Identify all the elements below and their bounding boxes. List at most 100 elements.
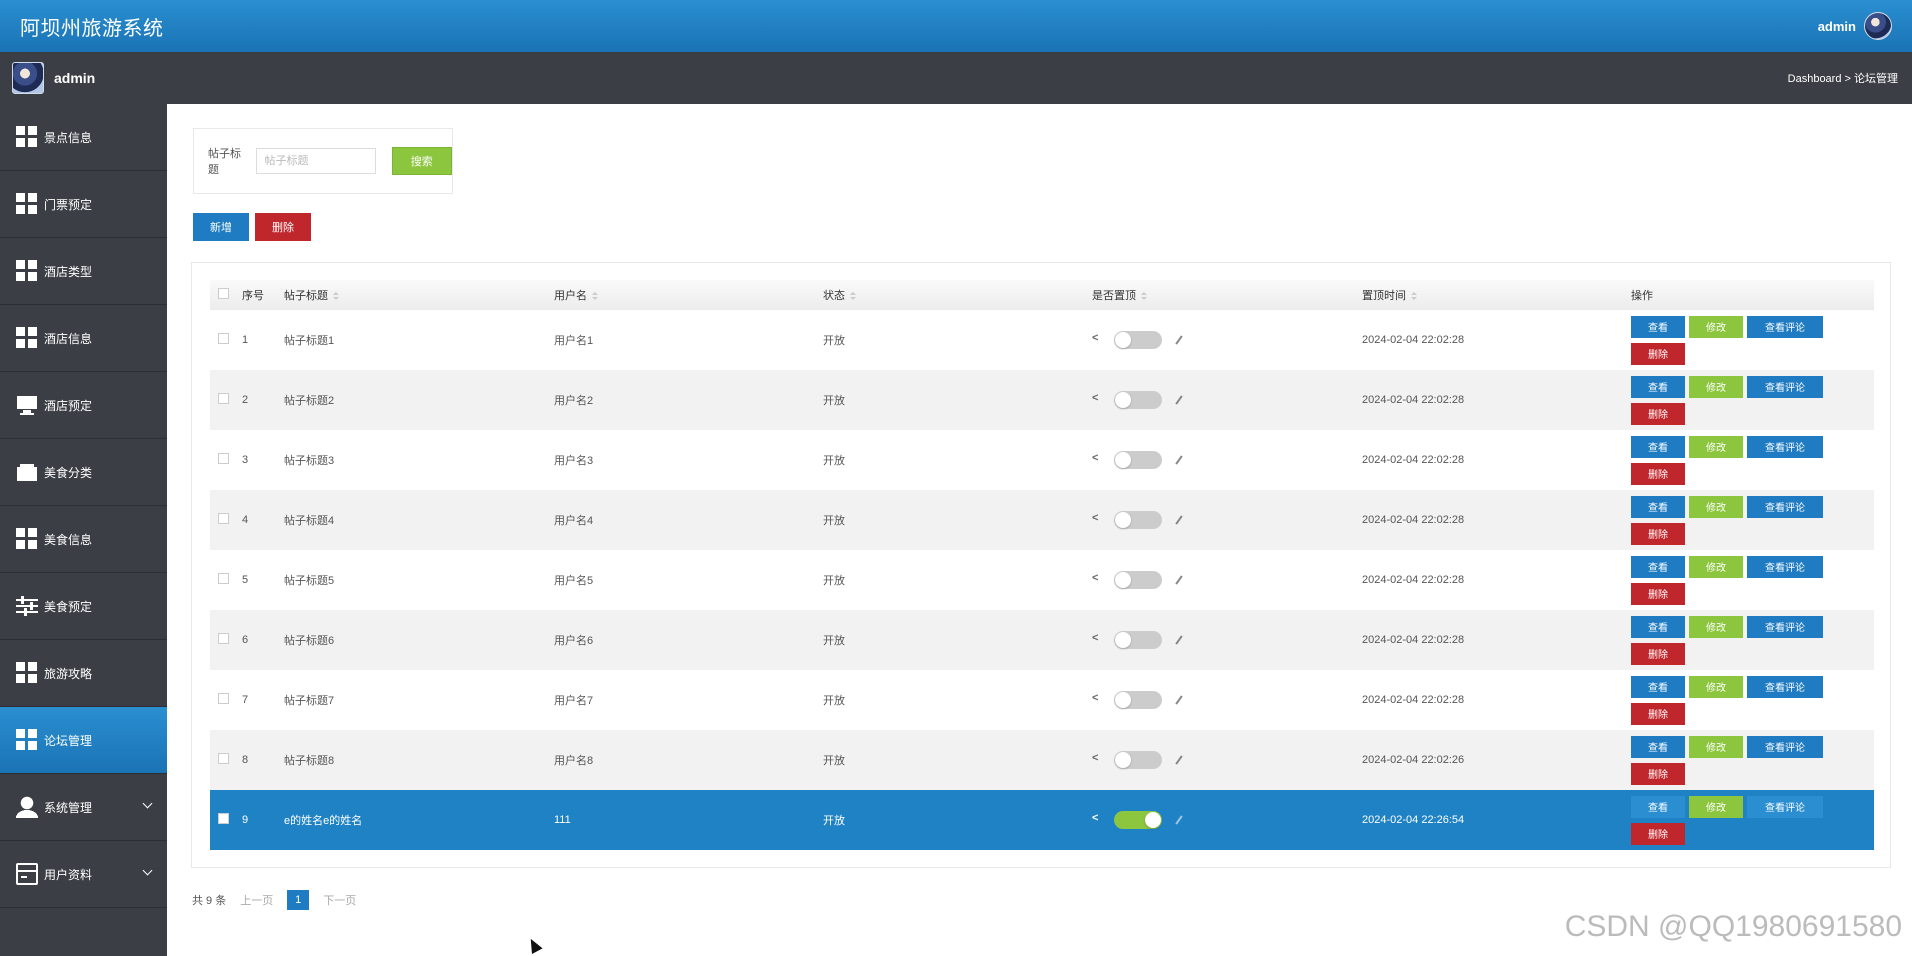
pencil-icon xyxy=(1174,335,1184,345)
table-row[interactable]: 8 帖子标题8 用户名8 开放 2024-02-04 22:02:26 查看修改查看评论删… xyxy=(210,730,1874,790)
sidebar-item-8[interactable]: 旅游攻略 xyxy=(0,640,167,707)
edit-button[interactable]: 修改 xyxy=(1689,675,1743,698)
batch-delete-button[interactable]: 删除 xyxy=(255,213,311,241)
sidebar-item-7[interactable]: 美食预定 xyxy=(0,573,167,640)
view-comments-button[interactable]: 查看评论 xyxy=(1747,735,1823,758)
pager-prev[interactable]: 上一页 xyxy=(240,892,273,908)
table-row[interactable]: 6 帖子标题6 用户名6 开放 2024-02-04 22:02:28 查看修改查看评论删… xyxy=(210,610,1874,670)
edit-button[interactable]: 修改 xyxy=(1689,735,1743,758)
edit-button[interactable]: 修改 xyxy=(1689,615,1743,638)
sidebar-item-4[interactable]: 酒店预定 xyxy=(0,372,167,439)
edit-button[interactable]: 修改 xyxy=(1689,435,1743,458)
top-avatar[interactable] xyxy=(1864,12,1892,40)
add-button[interactable]: 新增 xyxy=(193,213,249,241)
select-all-checkbox[interactable] xyxy=(218,288,229,299)
header-pinned[interactable]: 是否置顶 xyxy=(1092,280,1362,310)
row-checkbox[interactable] xyxy=(218,453,229,464)
view-comments-button[interactable]: 查看评论 xyxy=(1747,795,1823,818)
table-row[interactable]: 3 帖子标题3 用户名3 开放 2024-02-04 22:02:28 查看修改查看评论删… xyxy=(210,430,1874,490)
search-input[interactable] xyxy=(255,148,376,174)
view-comments-button[interactable]: 查看评论 xyxy=(1747,555,1823,578)
pinned-toggle[interactable] xyxy=(1114,451,1162,469)
row-checkbox[interactable] xyxy=(218,693,229,704)
pinned-toggle[interactable] xyxy=(1114,331,1162,349)
pager-current-page[interactable]: 1 xyxy=(287,890,310,910)
pinned-toggle[interactable] xyxy=(1114,571,1162,589)
delete-button[interactable]: 删除 xyxy=(1631,522,1685,545)
sidebar-item-1[interactable]: 门票预定 xyxy=(0,171,167,238)
table-row[interactable]: 9 e的姓名e的姓名 111 开放 2024-02-04 22:26:54 查看修改查看评… xyxy=(210,790,1874,850)
row-checkbox[interactable] xyxy=(218,513,229,524)
sort-icon[interactable] xyxy=(850,292,856,301)
row-checkbox[interactable] xyxy=(218,333,229,344)
view-button[interactable]: 查看 xyxy=(1631,495,1685,518)
edit-button[interactable]: 修改 xyxy=(1689,795,1743,818)
delete-button[interactable]: 删除 xyxy=(1631,642,1685,665)
edit-button[interactable]: 修改 xyxy=(1689,375,1743,398)
view-comments-button[interactable]: 查看评论 xyxy=(1747,495,1823,518)
pinned-toggle[interactable] xyxy=(1114,391,1162,409)
grid-icon xyxy=(16,260,38,282)
row-checkbox[interactable] xyxy=(218,633,229,644)
view-comments-button[interactable]: 查看评论 xyxy=(1747,435,1823,458)
pager-next[interactable]: 下一页 xyxy=(323,892,356,908)
sidebar-item-0[interactable]: 景点信息 xyxy=(0,104,167,171)
view-button[interactable]: 查看 xyxy=(1631,735,1685,758)
view-comments-button[interactable]: 查看评论 xyxy=(1747,615,1823,638)
row-checkbox[interactable] xyxy=(218,813,229,824)
sort-icon[interactable] xyxy=(592,292,598,301)
view-button[interactable]: 查看 xyxy=(1631,795,1685,818)
view-button[interactable]: 查看 xyxy=(1631,375,1685,398)
pinned-toggle[interactable] xyxy=(1114,691,1162,709)
sidebar-item-5[interactable]: 美食分类 xyxy=(0,439,167,506)
table-row[interactable]: 2 帖子标题2 用户名2 开放 2024-02-04 22:02:28 查看修改查看评论删… xyxy=(210,370,1874,430)
sidebar-item-10[interactable]: 系统管理 xyxy=(0,774,167,841)
delete-button[interactable]: 删除 xyxy=(1631,342,1685,365)
header-user[interactable]: 用户名 xyxy=(554,280,823,310)
search-button[interactable]: 搜索 xyxy=(391,147,452,175)
header-status[interactable]: 状态 xyxy=(823,280,1092,310)
sidebar-item-6[interactable]: 美食信息 xyxy=(0,506,167,573)
sidebar-item-3[interactable]: 酒店信息 xyxy=(0,305,167,372)
sidebar-item-9[interactable]: 论坛管理 xyxy=(0,707,167,774)
view-button[interactable]: 查看 xyxy=(1631,615,1685,638)
table-row[interactable]: 1 帖子标题1 用户名1 开放 2024-02-04 22:02:28 查看修改查看评论删… xyxy=(210,310,1874,370)
pinned-toggle[interactable] xyxy=(1114,811,1162,829)
view-comments-button[interactable]: 查看评论 xyxy=(1747,375,1823,398)
pinned-toggle[interactable] xyxy=(1114,751,1162,769)
sidebar-item-2[interactable]: 酒店类型 xyxy=(0,238,167,305)
sort-icon[interactable] xyxy=(1411,292,1417,301)
row-checkbox[interactable] xyxy=(218,393,229,404)
view-button[interactable]: 查看 xyxy=(1631,675,1685,698)
delete-button[interactable]: 删除 xyxy=(1631,762,1685,785)
edit-button[interactable]: 修改 xyxy=(1689,555,1743,578)
header-pinned-time[interactable]: 置顶时间 xyxy=(1362,280,1631,310)
view-comments-button[interactable]: 查看评论 xyxy=(1747,675,1823,698)
view-button[interactable]: 查看 xyxy=(1631,315,1685,338)
delete-button[interactable]: 删除 xyxy=(1631,822,1685,845)
top-user-menu[interactable]: admin xyxy=(1818,12,1892,40)
row-checkbox[interactable] xyxy=(218,573,229,584)
view-comments-button[interactable]: 查看评论 xyxy=(1747,315,1823,338)
sort-icon[interactable] xyxy=(1141,292,1147,301)
row-pinned-time: 2024-02-04 22:02:28 xyxy=(1362,574,1465,586)
table-row[interactable]: 4 帖子标题4 用户名4 开放 2024-02-04 22:02:28 查看修改查看评论删… xyxy=(210,490,1874,550)
delete-button[interactable]: 删除 xyxy=(1631,402,1685,425)
share-icon xyxy=(1092,812,1102,825)
sort-icon[interactable] xyxy=(333,292,339,301)
pinned-cell xyxy=(1092,391,1362,409)
table-row[interactable]: 5 帖子标题5 用户名5 开放 2024-02-04 22:02:28 查看修改查看评论删… xyxy=(210,550,1874,610)
pinned-toggle[interactable] xyxy=(1114,631,1162,649)
edit-button[interactable]: 修改 xyxy=(1689,495,1743,518)
view-button[interactable]: 查看 xyxy=(1631,435,1685,458)
header-title[interactable]: 帖子标题 xyxy=(284,280,554,310)
view-button[interactable]: 查看 xyxy=(1631,555,1685,578)
delete-button[interactable]: 删除 xyxy=(1631,702,1685,725)
row-checkbox[interactable] xyxy=(218,753,229,764)
delete-button[interactable]: 删除 xyxy=(1631,582,1685,605)
delete-button[interactable]: 删除 xyxy=(1631,462,1685,485)
edit-button[interactable]: 修改 xyxy=(1689,315,1743,338)
table-row[interactable]: 7 帖子标题7 用户名7 开放 2024-02-04 22:02:28 查看修改查看评论删… xyxy=(210,670,1874,730)
pinned-toggle[interactable] xyxy=(1114,511,1162,529)
sidebar-item-11[interactable]: 用户资料 xyxy=(0,841,167,908)
